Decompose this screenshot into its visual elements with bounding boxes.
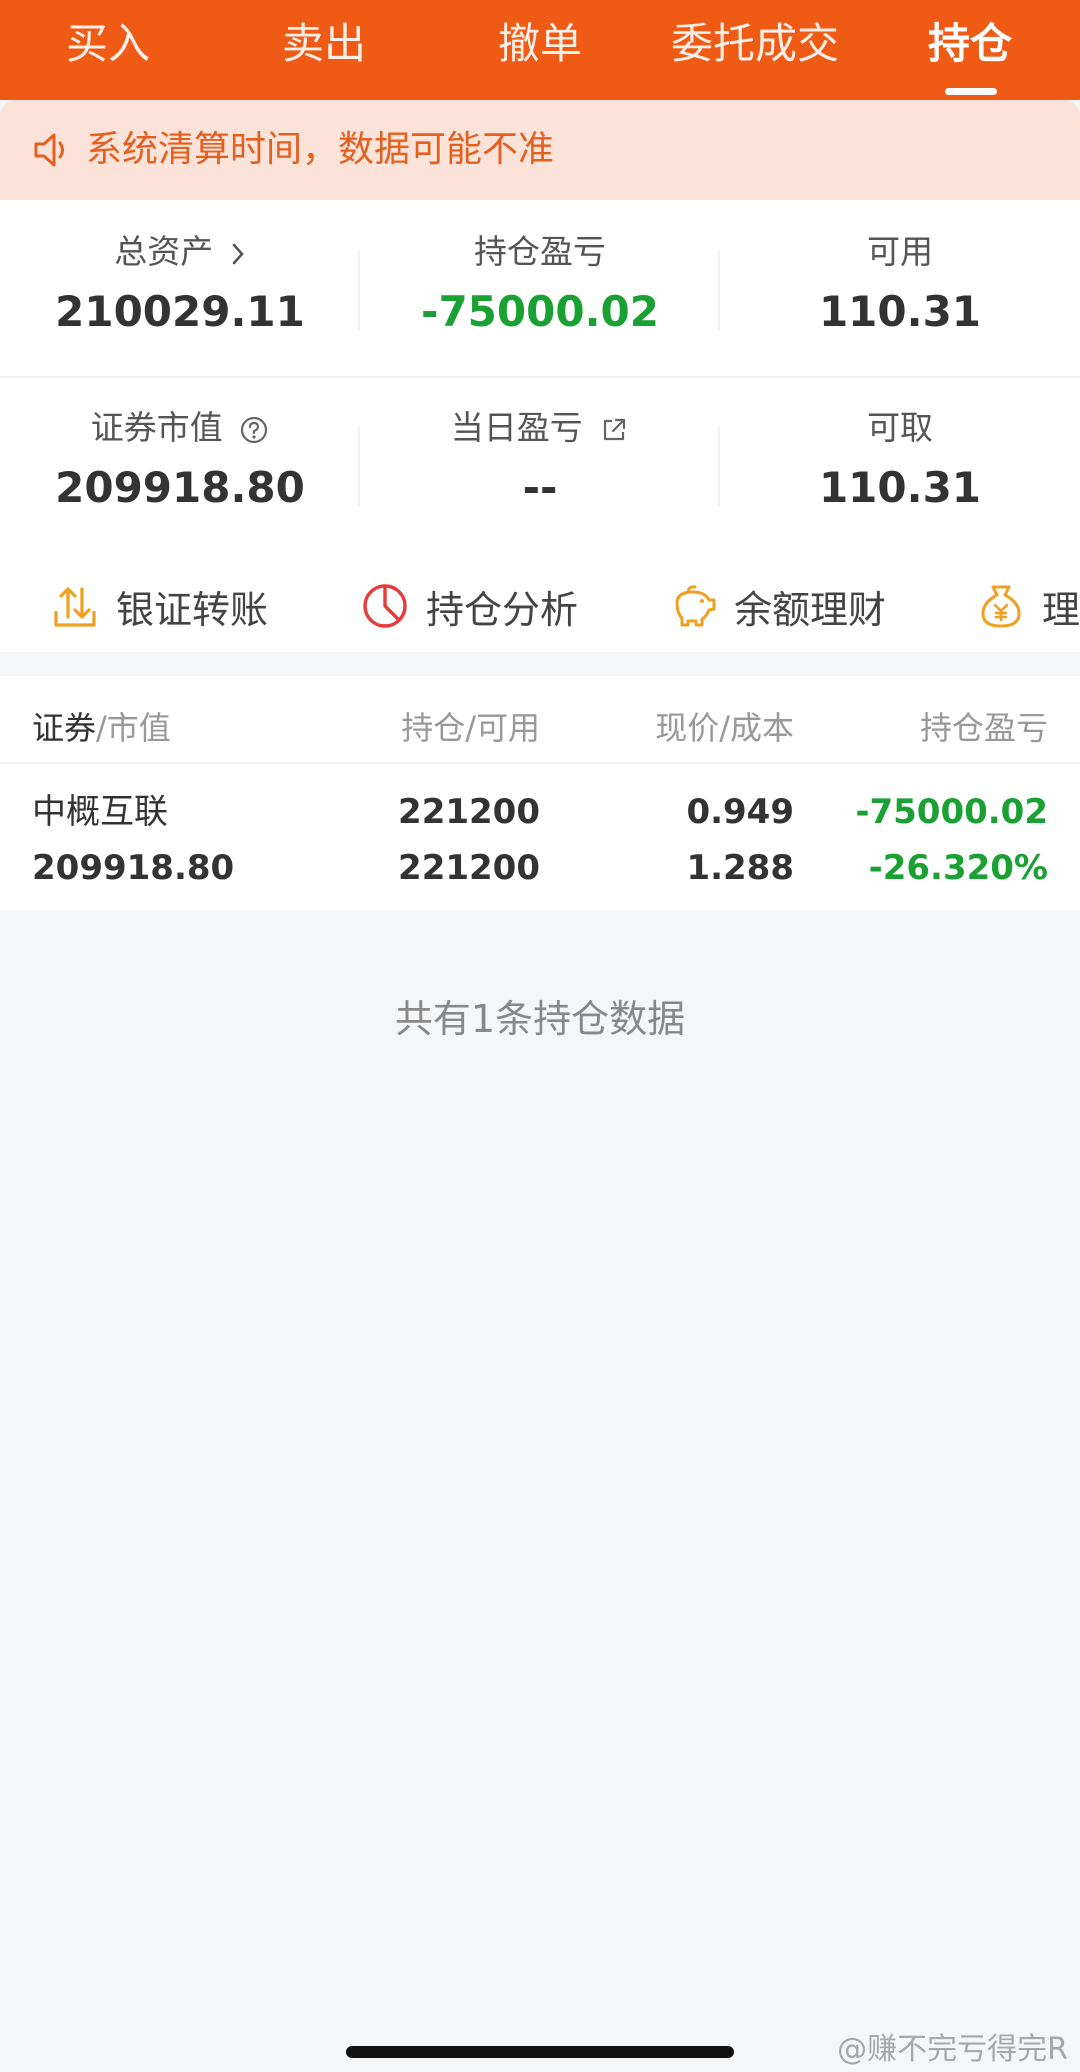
tab-orders-trades[interactable]: 委托成交 bbox=[660, 14, 850, 74]
header-security: 证券/市值 bbox=[32, 709, 171, 747]
piggy-bank-icon bbox=[675, 585, 716, 627]
watermark: @赚不完亏得完R bbox=[837, 2032, 1068, 2067]
speaker-icon bbox=[34, 133, 64, 167]
daily-pl[interactable]: 当日盈亏 -- bbox=[360, 406, 720, 518]
available-value: 110.31 bbox=[818, 287, 982, 336]
tab-sell[interactable]: 卖出 bbox=[264, 14, 384, 74]
holdings-count-note: 共有1条持仓数据 bbox=[394, 997, 686, 1041]
security-name: 中概互联 bbox=[32, 792, 168, 832]
total-assets-value: 210029.11 bbox=[55, 287, 305, 336]
total-assets-label: 总资产 bbox=[114, 232, 214, 271]
summary-divider bbox=[0, 376, 1080, 378]
position-pl-value: -75000.02 bbox=[421, 287, 659, 336]
shortcut-balance-wealth[interactable]: 余额理财 bbox=[668, 576, 886, 636]
total-assets[interactable]: 总资产 210029.11 bbox=[0, 230, 360, 342]
shortcut-label: 持仓分析 bbox=[426, 587, 579, 632]
header-price: 现价/成本 bbox=[655, 709, 794, 747]
home-indicator[interactable] bbox=[346, 2046, 734, 2058]
position-pl-amount: -75000.02 bbox=[855, 792, 1048, 832]
market-value-value: 209918.80 bbox=[55, 463, 305, 512]
shortcut-wealth-management[interactable]: 理财 bbox=[976, 576, 1080, 636]
withdrawable-label: 可取 bbox=[867, 408, 933, 447]
header-pl: 持仓盈亏 bbox=[919, 709, 1048, 747]
security-market-value: 209918.80 bbox=[32, 848, 235, 888]
external-link-icon bbox=[604, 418, 626, 440]
help-circle-icon[interactable] bbox=[239, 415, 269, 445]
shortcut-label: 余额理财 bbox=[734, 587, 887, 632]
position-pl: 持仓盈亏 -75000.02 bbox=[360, 230, 720, 342]
transfer-icon bbox=[54, 587, 96, 627]
position-pl-label: 持仓盈亏 bbox=[474, 232, 606, 271]
chevron-right-icon bbox=[232, 243, 244, 264]
shortcut-label: 银证转账 bbox=[116, 587, 269, 632]
table-header-divider bbox=[0, 762, 1080, 764]
holdings-table: 证券/市值 持仓/可用 现价/成本 持仓盈亏 中概互联 209918.80 22… bbox=[0, 676, 1080, 910]
holding-qty: 221200 bbox=[398, 792, 540, 832]
tab-positions[interactable]: 持仓 bbox=[910, 14, 1030, 74]
top-tab-bar: 买入 卖出 撤单 委托成交 持仓 bbox=[0, 0, 1080, 100]
withdrawable-value: 110.31 bbox=[818, 463, 982, 512]
position-pl-percent: -26.320% bbox=[868, 848, 1048, 888]
pie-chart-icon bbox=[363, 584, 407, 628]
daily-pl-value: -- bbox=[522, 463, 558, 512]
current-price: 0.949 bbox=[686, 792, 794, 832]
shortcut-position-analysis[interactable]: 持仓分析 bbox=[360, 576, 578, 636]
available-label: 可用 bbox=[867, 232, 933, 271]
available-qty: 221200 bbox=[398, 848, 540, 888]
shortcut-bank-transfer[interactable]: 银证转账 bbox=[50, 576, 268, 636]
market-value: 证券市值 209918.80 bbox=[0, 406, 360, 518]
header-position: 持仓/可用 bbox=[401, 709, 540, 747]
notice-text: 系统清算时间，数据可能不准 bbox=[86, 129, 555, 170]
money-bag-icon bbox=[981, 585, 1021, 628]
market-value-label: 证券市值 bbox=[90, 408, 223, 447]
tab-buy[interactable]: 买入 bbox=[48, 14, 168, 74]
shortcut-label: 理财 bbox=[1042, 587, 1080, 632]
daily-pl-label: 当日盈亏 bbox=[450, 408, 583, 447]
available-funds: 可用 110.31 bbox=[720, 230, 1080, 342]
withdrawable-funds: 可取 110.31 bbox=[720, 406, 1080, 518]
notice-banner: 系统清算时间，数据可能不准 bbox=[0, 100, 1080, 200]
asset-summary: 总资产 210029.11 持仓盈亏 -75000.02 可用 110.31 证… bbox=[0, 200, 1080, 652]
active-tab-indicator bbox=[945, 88, 997, 95]
cost-price: 1.288 bbox=[686, 848, 794, 888]
tab-cancel-order[interactable]: 撤单 bbox=[480, 14, 600, 74]
